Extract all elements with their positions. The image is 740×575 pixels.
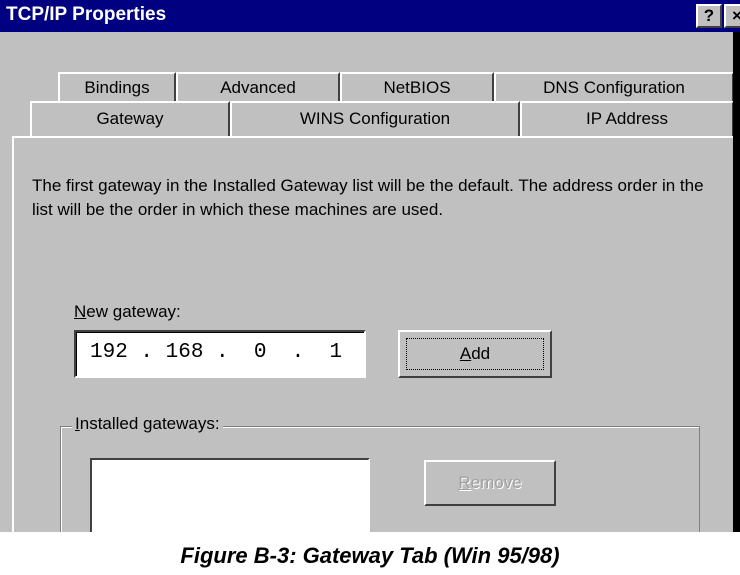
gateway-description: The first gateway in the Installed Gatew… — [32, 176, 704, 219]
new-gateway-ip-input[interactable]: 192 . 168 . 0 . 1 — [74, 330, 366, 378]
tab-bindings[interactable]: Bindings — [58, 72, 176, 102]
ip-address-value: 192 . 168 . 0 . 1 — [90, 341, 343, 364]
tab-gateway[interactable]: Gateway — [30, 101, 230, 137]
remove-mnemonic: R — [458, 473, 471, 492]
title-bar: TCP/IP Properties ? × — [0, 0, 740, 32]
add-button[interactable]: Add — [398, 330, 552, 378]
installed-gateways-list[interactable] — [90, 458, 370, 532]
figure-caption: Figure B-3: Gateway Tab (Win 95/98) — [180, 543, 560, 568]
tab-dns-configuration[interactable]: DNS Configuration — [494, 72, 734, 102]
remove-button-label: Remove — [426, 473, 554, 493]
window-title: TCP/IP Properties — [6, 4, 167, 25]
help-button[interactable]: ? — [696, 4, 722, 28]
new-gateway-label-text: ew gateway: — [86, 302, 181, 321]
add-button-label: Add — [400, 344, 550, 364]
installed-gateways-label: Installed gateways: — [72, 414, 223, 434]
remove-label-text: emove — [470, 473, 522, 492]
new-gateway-label: New gateway: — [74, 302, 181, 322]
tab-advanced[interactable]: Advanced — [176, 72, 340, 102]
close-button[interactable]: × — [724, 4, 740, 28]
tab-wins-configuration[interactable]: WINS Configuration — [230, 101, 520, 137]
tcpip-properties-dialog: TCP/IP Properties ? × Bindings Advanced … — [0, 0, 740, 532]
add-label-text: dd — [471, 344, 491, 363]
remove-button[interactable]: Remove — [424, 460, 556, 506]
tab-panel-border — [12, 136, 740, 138]
tab-ip-address[interactable]: IP Address — [520, 101, 734, 137]
tab-panel-border-left — [12, 136, 14, 532]
window-right-edge — [733, 32, 740, 532]
tab-netbios[interactable]: NetBIOS — [340, 72, 494, 102]
installed-label-text: nstalled gateways: — [79, 414, 220, 433]
new-gateway-mnemonic: N — [74, 302, 87, 321]
add-mnemonic: A — [459, 344, 472, 363]
